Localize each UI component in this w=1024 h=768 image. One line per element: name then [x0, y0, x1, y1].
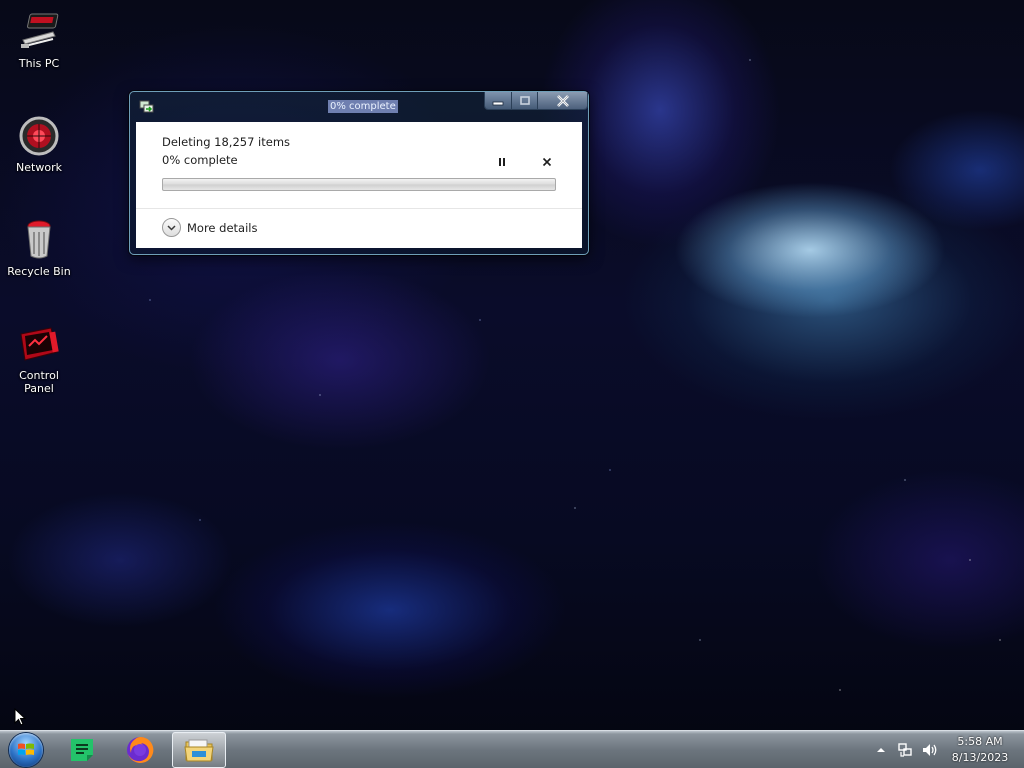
pause-button[interactable] [495, 155, 509, 169]
maximize-icon [519, 95, 530, 105]
divider [136, 208, 582, 209]
more-details-label: More details [187, 220, 258, 235]
cancel-button[interactable] [540, 155, 554, 169]
windows-logo-icon [9, 733, 43, 767]
progress-bar [162, 178, 556, 191]
dialog-content: Deleting 18,257 items 0% complete More d… [136, 122, 582, 248]
chevron-up-icon [877, 748, 885, 752]
notes-app-icon [71, 739, 93, 761]
title-bar[interactable]: 0% complete [130, 92, 588, 120]
desktop-icon-recycle-bin[interactable]: Recycle Bin [4, 218, 74, 278]
caption-buttons [484, 92, 588, 110]
desktop-icon-label: Recycle Bin [7, 265, 71, 278]
volume-icon [923, 744, 937, 756]
taskbar-firefox[interactable] [118, 732, 162, 768]
desktop-icon-network[interactable]: Network [4, 114, 74, 174]
more-details-toggle[interactable]: More details [162, 218, 257, 237]
close-button[interactable] [538, 92, 587, 109]
operation-text: Deleting 18,257 items [162, 135, 291, 149]
clock-date: 8/13/2023 [951, 751, 1009, 764]
delete-progress-dialog: 0% complete Deleting 18,257 items 0% com… [129, 91, 589, 255]
pause-icon [499, 158, 505, 166]
taskbar-notes-app[interactable] [60, 732, 104, 768]
firefox-icon [127, 736, 154, 763]
recycle-bin-icon [27, 220, 51, 259]
network-icon [898, 743, 912, 757]
desktop-icon-label: Control Panel [19, 369, 59, 395]
tray-volume[interactable] [921, 731, 939, 768]
show-hidden-icons-button[interactable] [876, 731, 886, 768]
clock-time: 5:58 AM [957, 735, 1003, 748]
minimize-icon [492, 101, 504, 105]
desktop-icon-label: Network [16, 161, 62, 174]
desktop-icon-control-panel[interactable]: Control Panel [4, 322, 74, 395]
maximize-button[interactable] [512, 92, 538, 109]
network-icon [19, 116, 59, 156]
minimize-button[interactable] [485, 92, 512, 109]
desktop-icon-this-pc[interactable]: This PC [4, 10, 74, 70]
control-panel-icon [20, 327, 59, 361]
folder-icon [184, 739, 214, 762]
desktop-icon-label: This PC [18, 57, 60, 70]
start-button[interactable] [4, 732, 48, 768]
taskbar-file-explorer[interactable] [172, 732, 226, 768]
cancel-icon [542, 157, 552, 167]
desktop: This PC Network Recycle Bin Control Pane… [0, 0, 1024, 768]
computer-icon [21, 13, 59, 48]
file-operation-icon [139, 100, 154, 113]
tray-network[interactable] [897, 731, 913, 768]
taskbar: 5:58 AM 8/13/2023 [0, 730, 1024, 768]
chevron-down-icon [162, 218, 181, 237]
close-icon [556, 94, 569, 107]
clock[interactable]: 5:58 AM 8/13/2023 [950, 734, 1010, 766]
window-title: 0% complete [328, 100, 398, 113]
percent-complete-text: 0% complete [162, 153, 238, 167]
mouse-pointer-icon [14, 708, 26, 726]
